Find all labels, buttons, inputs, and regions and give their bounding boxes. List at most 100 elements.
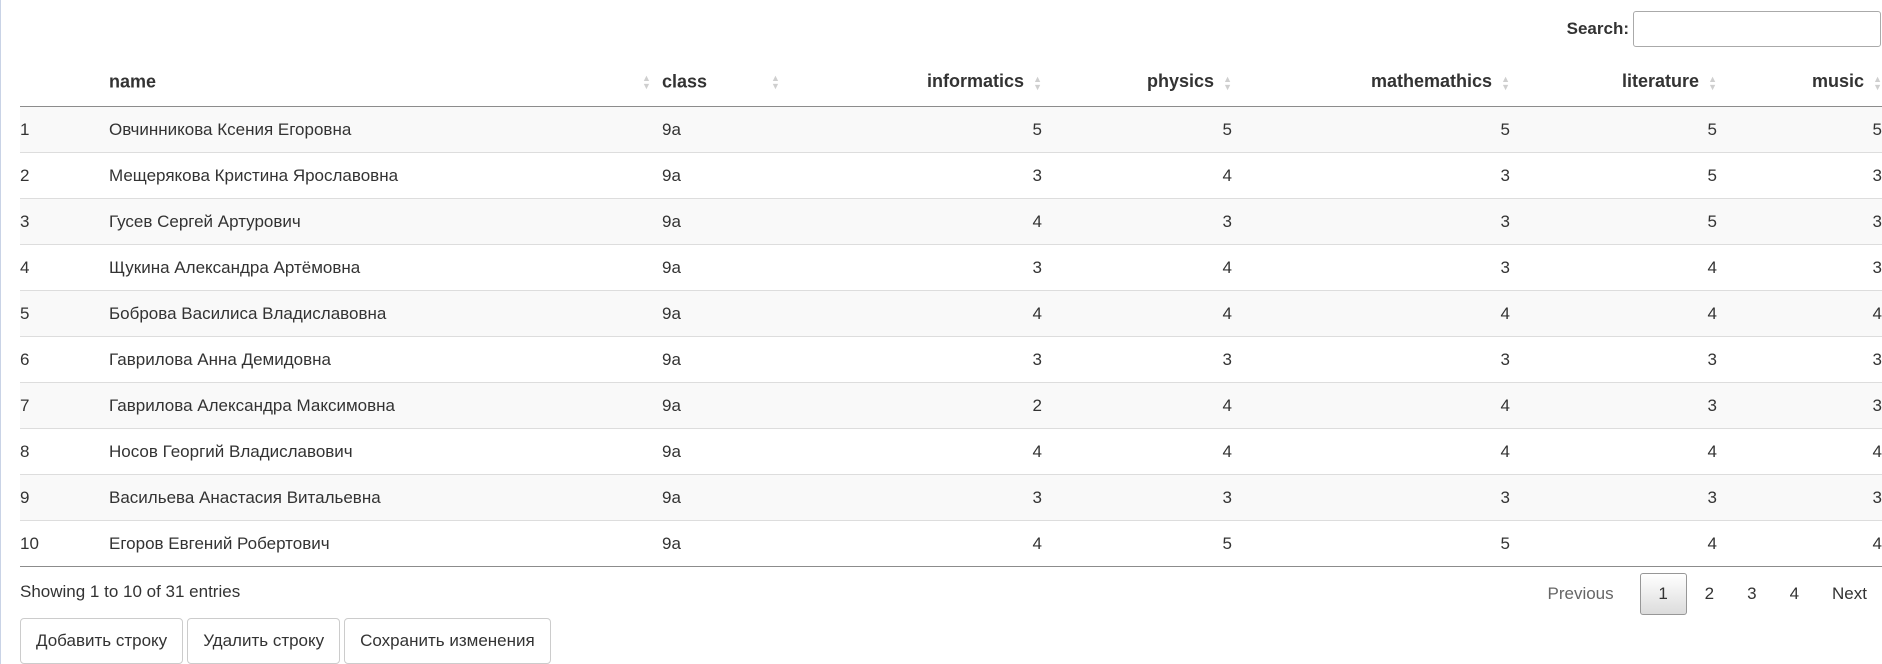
cell-literature[interactable]: 5 — [1510, 106, 1717, 153]
cell-class[interactable]: 9a — [662, 382, 787, 429]
cell-mathemathics[interactable]: 3 — [1232, 474, 1510, 521]
table-row[interactable]: 2 Мещерякова Кристина Ярославовна 9a 3 4 3 5 3 — [20, 152, 1882, 199]
table-row[interactable]: 4 Щукина Александра Артёмовна 9a 3 4 3 4 3 — [20, 244, 1882, 291]
pagination-page-3[interactable]: 3 — [1732, 573, 1771, 615]
cell-music[interactable]: 3 — [1717, 474, 1882, 521]
cell-music[interactable]: 3 — [1717, 198, 1882, 245]
cell-physics[interactable]: 3 — [1042, 474, 1232, 521]
table-row[interactable]: 8 Носов Георгий Владиславович 9a 4 4 4 4 4 — [20, 428, 1882, 475]
cell-informatics[interactable]: 3 — [787, 152, 1042, 199]
cell-informatics[interactable]: 3 — [787, 244, 1042, 291]
cell-name[interactable]: Носов Георгий Владиславович — [109, 428, 662, 475]
cell-physics[interactable]: 5 — [1042, 520, 1232, 567]
cell-informatics[interactable]: 5 — [787, 106, 1042, 153]
column-header-informatics[interactable]: informatics ▲ ▼ — [787, 58, 1042, 107]
add-row-button[interactable]: Добавить строку — [20, 618, 184, 664]
cell-idx[interactable]: 8 — [20, 428, 109, 475]
cell-music[interactable]: 4 — [1717, 520, 1882, 567]
cell-class[interactable]: 9a — [662, 428, 787, 475]
cell-name[interactable]: Гаврилова Александра Максимовна — [109, 382, 662, 429]
column-header-physics[interactable]: physics ▲ ▼ — [1042, 58, 1232, 107]
cell-informatics[interactable]: 4 — [787, 428, 1042, 475]
cell-literature[interactable]: 4 — [1510, 244, 1717, 291]
cell-informatics[interactable]: 2 — [787, 382, 1042, 429]
cell-mathemathics[interactable]: 3 — [1232, 198, 1510, 245]
cell-mathemathics[interactable]: 5 — [1232, 106, 1510, 153]
cell-idx[interactable]: 1 — [20, 106, 109, 153]
cell-physics[interactable]: 4 — [1042, 382, 1232, 429]
cell-music[interactable]: 3 — [1717, 382, 1882, 429]
column-header-class[interactable]: class ▲ ▼ — [662, 58, 787, 107]
cell-informatics[interactable]: 3 — [787, 474, 1042, 521]
cell-mathemathics[interactable]: 5 — [1232, 520, 1510, 567]
cell-name[interactable]: Гаврилова Анна Демидовна — [109, 336, 662, 383]
cell-name[interactable]: Щукина Александра Артёмовна — [109, 244, 662, 291]
cell-music[interactable]: 3 — [1717, 336, 1882, 383]
cell-class[interactable]: 9a — [662, 290, 787, 337]
cell-physics[interactable]: 4 — [1042, 290, 1232, 337]
cell-class[interactable]: 9a — [662, 520, 787, 567]
cell-class[interactable]: 9a — [662, 244, 787, 291]
cell-informatics[interactable]: 4 — [787, 290, 1042, 337]
table-row[interactable]: 3 Гусев Сергей Артурович 9a 4 3 3 5 3 — [20, 198, 1882, 245]
cell-name[interactable]: Васильева Анастасия Витальевна — [109, 474, 662, 521]
cell-literature[interactable]: 4 — [1510, 428, 1717, 475]
cell-physics[interactable]: 4 — [1042, 152, 1232, 199]
table-row[interactable]: 10 Егоров Евгений Робертович 9a 4 5 5 4 4 — [20, 520, 1882, 567]
column-header-music[interactable]: music ▲ ▼ — [1717, 58, 1882, 107]
cell-idx[interactable]: 5 — [20, 290, 109, 337]
pagination-page-1[interactable]: 1 — [1639, 573, 1687, 615]
cell-idx[interactable]: 7 — [20, 382, 109, 429]
cell-idx[interactable]: 3 — [20, 198, 109, 245]
cell-class[interactable]: 9a — [662, 106, 787, 153]
search-input[interactable] — [1633, 11, 1881, 47]
cell-name[interactable]: Боброва Василиса Владиславовна — [109, 290, 662, 337]
cell-literature[interactable]: 4 — [1510, 520, 1717, 567]
cell-class[interactable]: 9a — [662, 152, 787, 199]
cell-idx[interactable]: 6 — [20, 336, 109, 383]
cell-mathemathics[interactable]: 3 — [1232, 152, 1510, 199]
cell-music[interactable]: 4 — [1717, 428, 1882, 475]
cell-name[interactable]: Овчинникова Ксения Егоровна — [109, 106, 662, 153]
cell-idx[interactable]: 10 — [20, 520, 109, 567]
pagination-next[interactable]: Next — [1817, 573, 1882, 615]
table-row[interactable]: 5 Боброва Василиса Владиславовна 9a 4 4 4 4 4 — [20, 290, 1882, 337]
cell-physics[interactable]: 4 — [1042, 244, 1232, 291]
cell-music[interactable]: 3 — [1717, 152, 1882, 199]
cell-name[interactable]: Гусев Сергей Артурович — [109, 198, 662, 245]
pagination-page-4[interactable]: 4 — [1775, 573, 1814, 615]
column-header-literature[interactable]: literature ▲ ▼ — [1510, 58, 1717, 107]
cell-idx[interactable]: 9 — [20, 474, 109, 521]
pagination-page-2[interactable]: 2 — [1690, 573, 1729, 615]
cell-literature[interactable]: 4 — [1510, 290, 1717, 337]
cell-idx[interactable]: 2 — [20, 152, 109, 199]
table-row[interactable]: 6 Гаврилова Анна Демидовна 9a 3 3 3 3 3 — [20, 336, 1882, 383]
cell-informatics[interactable]: 4 — [787, 520, 1042, 567]
table-row[interactable]: 1 Овчинникова Ксения Егоровна 9a 5 5 5 5 5 — [20, 106, 1882, 153]
column-header-name[interactable]: name ▲ ▼ — [109, 58, 662, 107]
cell-physics[interactable]: 4 — [1042, 428, 1232, 475]
column-header-mathemathics[interactable]: mathemathics ▲ ▼ — [1232, 58, 1510, 107]
cell-mathemathics[interactable]: 4 — [1232, 382, 1510, 429]
cell-music[interactable]: 3 — [1717, 244, 1882, 291]
cell-literature[interactable]: 5 — [1510, 198, 1717, 245]
cell-music[interactable]: 4 — [1717, 290, 1882, 337]
cell-name[interactable]: Егоров Евгений Робертович — [109, 520, 662, 567]
cell-class[interactable]: 9a — [662, 474, 787, 521]
cell-informatics[interactable]: 4 — [787, 198, 1042, 245]
cell-class[interactable]: 9a — [662, 336, 787, 383]
cell-literature[interactable]: 3 — [1510, 382, 1717, 429]
pagination-previous[interactable]: Previous — [1532, 573, 1636, 615]
cell-name[interactable]: Мещерякова Кристина Ярославовна — [109, 152, 662, 199]
cell-literature[interactable]: 3 — [1510, 474, 1717, 521]
save-changes-button[interactable]: Сохранить изменения — [344, 618, 551, 664]
cell-literature[interactable]: 5 — [1510, 152, 1717, 199]
cell-mathemathics[interactable]: 3 — [1232, 336, 1510, 383]
cell-physics[interactable]: 3 — [1042, 336, 1232, 383]
cell-idx[interactable]: 4 — [20, 244, 109, 291]
cell-literature[interactable]: 3 — [1510, 336, 1717, 383]
cell-informatics[interactable]: 3 — [787, 336, 1042, 383]
cell-mathemathics[interactable]: 4 — [1232, 428, 1510, 475]
cell-class[interactable]: 9a — [662, 198, 787, 245]
delete-row-button[interactable]: Удалить строку — [187, 618, 341, 664]
